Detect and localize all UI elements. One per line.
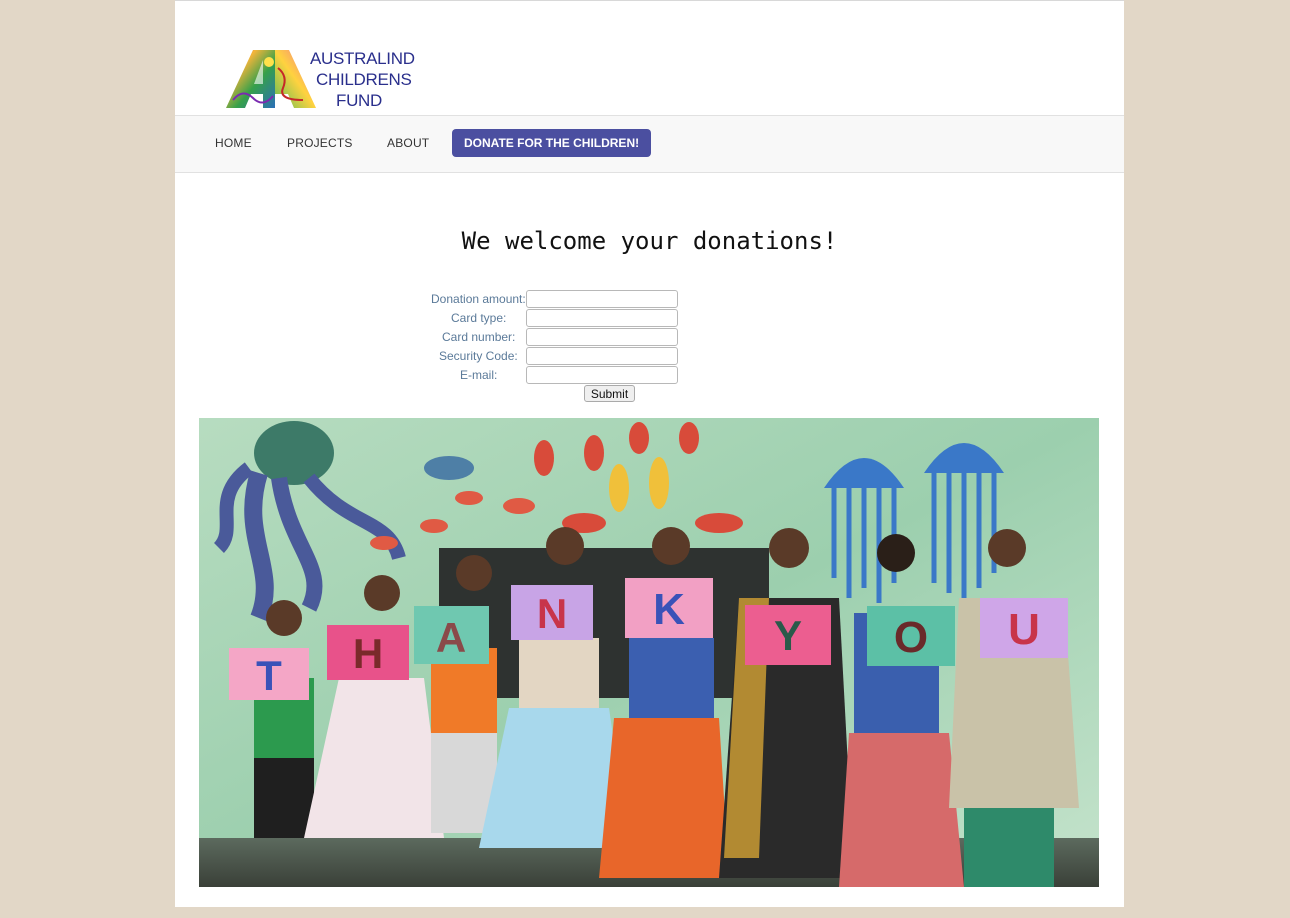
email-label: E-mail:	[460, 368, 498, 382]
letter-o: O	[894, 613, 928, 662]
card-number-input[interactable]	[526, 328, 678, 346]
logo-mark-icon	[226, 50, 316, 108]
card-type-label: Card type:	[451, 311, 507, 325]
logo-text: AUSTRALIND CHILDRENS FUND	[310, 48, 430, 111]
site-logo[interactable]: AUSTRALIND CHILDRENS FUND	[218, 42, 418, 114]
site-header: AUSTRALIND CHILDRENS FUND	[175, 1, 1124, 115]
letter-card-n: N	[511, 585, 593, 640]
letter-u: U	[1008, 605, 1040, 654]
security-code-label: Security Code:	[439, 349, 518, 363]
logo-line-3: FUND	[336, 91, 383, 110]
letter-card-a: A	[414, 606, 489, 664]
main-nav: HOME PROJECTS ABOUT DONATE FOR THE CHILD…	[175, 115, 1124, 173]
card-number-row: Card number:	[175, 328, 1124, 347]
email-input[interactable]	[526, 366, 678, 384]
letter-card-u: U	[980, 598, 1068, 658]
card-number-label: Card number:	[442, 330, 516, 344]
logo-line-1: AUSTRALIND	[310, 49, 415, 68]
page-container: AUSTRALIND CHILDRENS FUND HOME PROJECTS …	[175, 0, 1124, 907]
security-code-row: Security Code:	[175, 347, 1124, 366]
card-type-input[interactable]	[526, 309, 678, 327]
letter-card-o: O	[867, 606, 955, 666]
thank-you-photo: T H A N K Y O U	[199, 418, 1099, 887]
nav-projects[interactable]: PROJECTS	[287, 136, 353, 150]
security-code-input[interactable]	[526, 347, 678, 365]
letter-card-t: T	[229, 648, 309, 700]
letter-card-h: H	[327, 625, 409, 680]
submit-button[interactable]: Submit	[584, 385, 635, 402]
nav-donate-button[interactable]: DONATE FOR THE CHILDREN!	[452, 129, 652, 157]
email-row: E-mail:	[175, 366, 1124, 385]
logo-line-2: CHILDRENS	[316, 70, 412, 89]
letter-card-k: K	[625, 578, 713, 638]
letter-k: K	[653, 585, 685, 634]
letter-h: H	[353, 630, 383, 677]
card-type-row: Card type:	[175, 309, 1124, 328]
letter-y: Y	[774, 612, 802, 659]
nav-home[interactable]: HOME	[215, 136, 252, 150]
letter-t: T	[256, 652, 282, 699]
letter-a: A	[436, 614, 466, 661]
nav-about[interactable]: ABOUT	[387, 136, 429, 150]
thank-you-photo-illustration: T H A N K Y O U	[199, 418, 1099, 887]
donation-amount-row: Donation amount:	[175, 290, 1124, 309]
letter-n: N	[537, 590, 567, 637]
letter-card-y: Y	[745, 605, 831, 665]
donation-amount-input[interactable]	[526, 290, 678, 308]
donation-amount-label: Donation amount:	[431, 292, 526, 306]
page-title: We welcome your donations!	[461, 227, 838, 255]
